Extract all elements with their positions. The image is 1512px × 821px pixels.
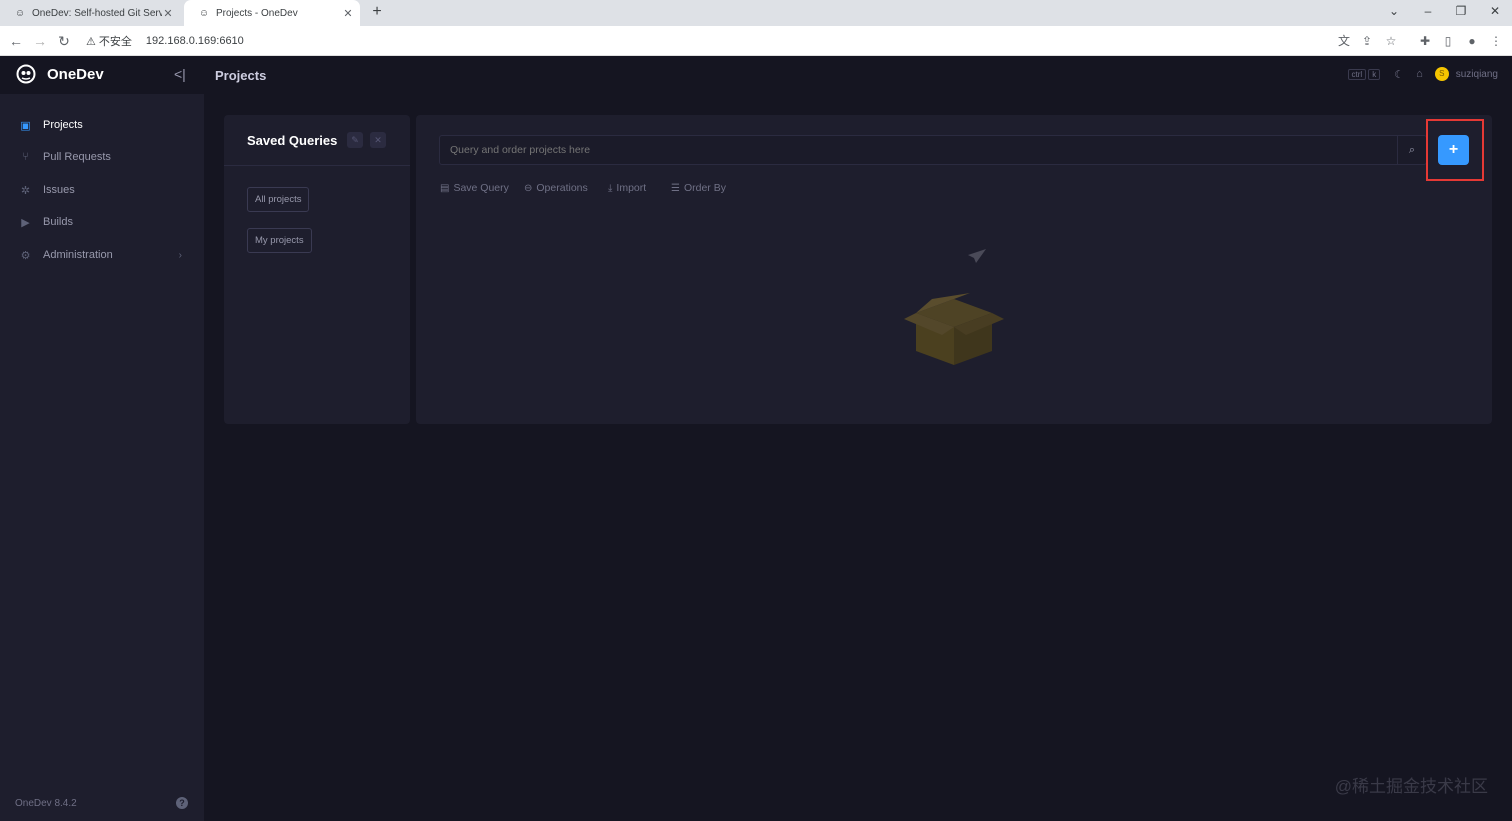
reload-icon[interactable]: ↻	[55, 32, 73, 50]
close-tab-icon[interactable]: ✕	[342, 7, 354, 20]
security-label: 不安全	[98, 36, 132, 48]
tab-title: OneDev: Self-hosted Git Server	[32, 7, 162, 19]
brand-name: OneDev	[47, 65, 104, 83]
dark-mode-icon[interactable]: ☾	[1394, 68, 1404, 81]
side-panel-icon[interactable]: ▯	[1441, 34, 1455, 48]
app-header: OneDev <| Projects ctrl k ☾ ⌂ S suziqian…	[0, 56, 1512, 94]
translate-icon[interactable]: 文	[1337, 34, 1351, 48]
sidebar-item-builds[interactable]: ▶ Builds	[0, 206, 204, 238]
avatar[interactable]: S	[1434, 67, 1449, 81]
operations-icon: ⊖	[524, 182, 533, 194]
url-text: 192.168.0.169:6610	[145, 35, 244, 47]
sidebar-item-label: Projects	[43, 119, 83, 131]
restore-button[interactable]: ❐	[1451, 4, 1471, 18]
query-all-projects[interactable]: All projects	[247, 187, 310, 212]
header-actions: ctrl k ☾ ⌂ S suziqiang	[1347, 67, 1498, 81]
url-field[interactable]: ⚠ 不安全 192.168.0.169:6610	[86, 33, 244, 49]
close-window-button[interactable]: ✕	[1485, 4, 1505, 18]
projects-panel: ⌕ + ▤ Save Query ⊖ Operations ⤓ Import ☰…	[416, 115, 1492, 424]
order-by-button[interactable]: ☰ Order By	[671, 182, 726, 194]
back-icon[interactable]: ←	[7, 32, 25, 50]
save-query-button[interactable]: ▤ Save Query	[440, 182, 509, 194]
username[interactable]: suziqiang	[1456, 69, 1498, 80]
browser-address-bar: ← → ↻ ⚠ 不安全 192.168.0.169:6610 文 ⇪ ☆ ✚ ▯…	[0, 26, 1512, 56]
version-label: OneDev 8.4.2	[15, 798, 77, 809]
forward-icon[interactable]: →	[31, 32, 49, 50]
sidebar-item-pull-requests[interactable]: ⑂ Pull Requests	[0, 141, 204, 173]
share-icon[interactable]: ⇪	[1360, 34, 1374, 48]
add-project-button[interactable]: +	[1438, 135, 1469, 165]
shortcut-key[interactable]: k	[1368, 68, 1381, 80]
onedev-favicon-icon: ☺	[14, 7, 26, 19]
sidebar-item-label: Issues	[43, 184, 75, 196]
shortcut-key[interactable]: ctrl	[1347, 68, 1367, 80]
project-query-input[interactable]	[439, 135, 1398, 165]
close-tab-icon[interactable]: ✕	[162, 7, 174, 20]
onedev-logo-icon	[16, 64, 36, 84]
help-icon[interactable]: ?	[176, 797, 188, 809]
gear-icon: ⚙	[20, 249, 31, 262]
page-title: Projects	[215, 68, 267, 83]
play-icon: ▶	[21, 216, 30, 229]
sidebar: ▣ Projects ⑂ Pull Requests ✲ Issues ▶ Bu…	[0, 94, 204, 821]
bookmark-star-icon[interactable]: ☆	[1384, 34, 1398, 48]
tab-title: Projects - OneDev	[216, 7, 298, 19]
sidebar-item-label: Pull Requests	[43, 151, 111, 163]
operations-button[interactable]: ⊖ Operations	[524, 182, 588, 194]
onedev-favicon-icon: ☺	[198, 7, 210, 19]
bug-icon: ✲	[20, 184, 31, 197]
browser-menu-icon[interactable]: ⋮	[1489, 34, 1503, 48]
empty-box-icon	[904, 249, 1004, 365]
sidebar-item-label: Builds	[43, 216, 73, 228]
save-query-label: Save Query	[453, 182, 509, 194]
sidebar-item-issues[interactable]: ✲ Issues	[0, 174, 204, 206]
browser-tab-bar: ☺ OneDev: Self-hosted Git Server ✕ ☺ Pro…	[0, 0, 1512, 26]
browser-tab-onedev-home[interactable]: ☺ OneDev: Self-hosted Git Server ✕	[0, 0, 180, 26]
security-warning[interactable]: ⚠ 不安全	[86, 33, 132, 49]
new-tab-button[interactable]: +	[368, 3, 386, 21]
chevron-right-icon: ›	[178, 249, 182, 261]
pull-request-icon: ⑂	[22, 151, 29, 163]
watermark: @稀土掘金技术社区	[1334, 777, 1488, 796]
operations-label: Operations	[536, 182, 588, 194]
browser-tab-projects[interactable]: ☺ Projects - OneDev ✕	[184, 0, 360, 26]
alert-icon[interactable]: ⌂	[1416, 68, 1423, 80]
divider	[224, 165, 410, 166]
import-label: Import	[616, 182, 647, 194]
minimize-button[interactable]: –	[1418, 4, 1438, 18]
save-icon: ▤	[440, 182, 450, 194]
edit-queries-button[interactable]: ✎	[347, 132, 363, 148]
search-icon[interactable]: ⌕	[1397, 135, 1427, 165]
extensions-icon[interactable]: ✚	[1418, 34, 1432, 48]
profile-icon[interactable]: ●	[1465, 34, 1479, 48]
saved-queries-title: Saved Queries	[247, 133, 338, 148]
close-queries-button[interactable]: ✕	[370, 132, 386, 148]
tab-search-icon[interactable]: ⌄	[1384, 4, 1404, 18]
sort-icon: ☰	[671, 182, 680, 194]
query-my-projects[interactable]: My projects	[247, 228, 312, 253]
sidebar-item-projects[interactable]: ▣ Projects	[0, 109, 204, 141]
import-button[interactable]: ⤓ Import	[608, 182, 646, 194]
collapse-sidebar-icon[interactable]: <|	[174, 66, 186, 82]
download-icon: ⤓	[608, 182, 613, 194]
sidebar-item-label: Administration	[43, 249, 113, 261]
order-by-label: Order By	[683, 182, 726, 194]
project-icon: ▣	[20, 119, 31, 132]
saved-queries-panel: Saved Queries ✎ ✕ All projects My projec…	[224, 115, 410, 424]
brand[interactable]: OneDev	[16, 64, 104, 84]
sidebar-item-administration[interactable]: ⚙ Administration ›	[0, 239, 204, 271]
